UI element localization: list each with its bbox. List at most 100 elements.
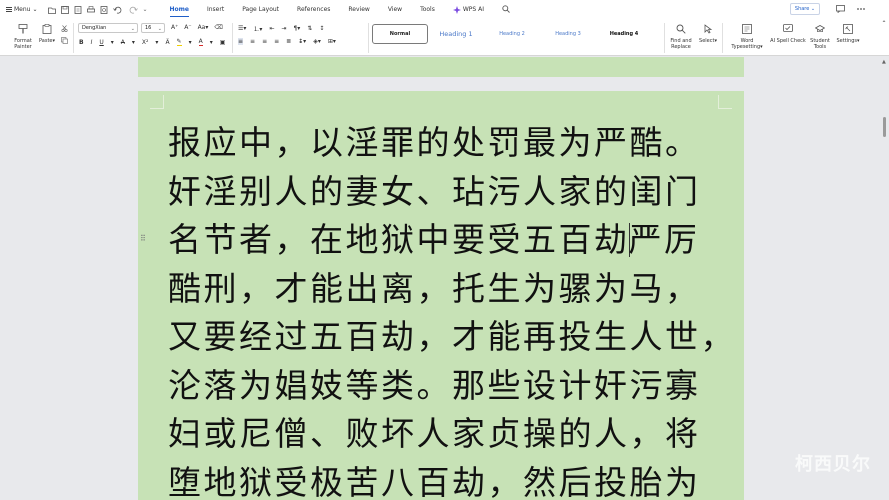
menu-button[interactable]: Menu ⌄ <box>6 6 38 13</box>
student-tools-button[interactable]: Student Tools <box>808 21 832 50</box>
clear-format-icon[interactable]: ⌫ <box>214 24 222 31</box>
chevron-down-icon: ▾ <box>52 38 55 44</box>
paste-button[interactable]: Paste▾ <box>36 21 58 44</box>
numbered-list-icon[interactable]: ⒈▾ <box>253 24 262 33</box>
share-button[interactable]: Share ⌄ <box>790 3 820 15</box>
style-normal[interactable]: Normal <box>372 24 428 44</box>
increase-indent-icon[interactable]: ⇥ <box>281 25 286 32</box>
shrink-font-icon[interactable]: A⁻ <box>184 24 191 31</box>
text-line-8: 堕地狱受极苦八百劫，然后投胎为 <box>168 462 701 500</box>
chevron-down-icon: ▾ <box>209 38 213 46</box>
export-pdf-icon[interactable] <box>74 5 82 14</box>
tab-review[interactable]: Review <box>339 0 378 19</box>
char-shading-icon[interactable]: ▣ <box>220 39 226 46</box>
text-line-5: 又要经过五百劫，才能再投生人世， <box>168 317 736 356</box>
divider <box>232 23 233 53</box>
highlight-icon[interactable]: ✎ <box>176 38 182 46</box>
folder-icon[interactable] <box>47 6 56 14</box>
ai-spell-check-button[interactable]: AI Spell Check <box>768 21 808 44</box>
italic-icon[interactable]: I <box>91 39 93 46</box>
font-size-select[interactable]: 16 ⌄ <box>141 23 165 33</box>
vertical-scrollbar[interactable]: ▲ <box>881 57 889 500</box>
redo-icon[interactable] <box>128 6 138 14</box>
paragraph-tools-bottom: ≡ ≡ ≡ ≡ ≣ ↨▾ ◈▾ ⊞▾ <box>238 38 336 45</box>
justify-icon[interactable]: ≡ <box>274 38 279 45</box>
line-height-icon[interactable]: ↨▾ <box>298 38 306 45</box>
document-body-text[interactable]: 报应中，以淫罪的处罚最为严酷。 奸淫别人的妻女、玷污人家的闺门 名节者，在地狱中… <box>168 119 736 500</box>
tab-references[interactable]: References <box>288 0 339 19</box>
align-center-icon[interactable]: ≡ <box>250 38 255 45</box>
collapse-ribbon-button[interactable]: ⌃ <box>880 21 888 27</box>
tab-wps-ai[interactable]: WPS AI <box>444 0 493 19</box>
save-icon[interactable] <box>60 5 69 14</box>
align-right-icon[interactable]: ≡ <box>262 38 267 45</box>
menu-label: Menu <box>14 6 31 13</box>
decrease-indent-icon[interactable]: ⇤ <box>269 25 274 32</box>
tab-insert[interactable]: Insert <box>198 0 233 19</box>
scroll-up-icon[interactable]: ▲ <box>882 59 886 65</box>
typesetting-icon <box>742 24 752 34</box>
paragraph-drag-handle-icon[interactable]: ⠿ <box>140 234 146 243</box>
sort-icon[interactable]: ⇅ <box>307 25 312 32</box>
customize-toolbar-icon[interactable]: ⌄ <box>143 6 151 14</box>
undo-icon[interactable] <box>112 6 123 14</box>
print-preview-icon[interactable] <box>100 5 108 14</box>
font-color-icon[interactable]: A <box>198 38 203 46</box>
style-heading-2[interactable]: Heading 2 <box>484 24 540 44</box>
grow-font-icon[interactable]: A⁺ <box>171 24 178 31</box>
ai-spell-check-label: AI Spell Check <box>770 38 806 44</box>
strikethrough-icon[interactable]: A <box>121 39 125 46</box>
document-canvas[interactable]: 报应中，以淫罪的处罚最为严酷。 奸淫别人的妻女、玷污人家的闺门 名节者，在地狱中… <box>0 57 889 500</box>
divider <box>664 23 665 53</box>
pinyin-icon[interactable]: Ä <box>165 39 169 46</box>
current-page[interactable]: 报应中，以淫罪的处罚最为严酷。 奸淫别人的妻女、玷污人家的闺门 名节者，在地狱中… <box>138 91 744 500</box>
bullet-list-icon[interactable]: ☰▾ <box>238 25 246 32</box>
format-painter-button[interactable]: Format Painter <box>8 21 38 50</box>
divider <box>73 23 74 53</box>
change-case-icon[interactable]: Aa▾ <box>198 24 209 31</box>
chevron-down-icon: ⌄ <box>157 26 162 32</box>
tab-tools[interactable]: Tools <box>411 0 444 19</box>
tab-home[interactable]: Home <box>161 0 198 19</box>
chevron-down-icon: ▾ <box>857 38 860 44</box>
shading-icon[interactable]: ◈▾ <box>313 38 321 45</box>
font-name-select[interactable]: DengXian ⌄ <box>78 23 138 33</box>
paste-label: Paste <box>38 38 53 44</box>
comment-icon[interactable] <box>836 5 846 13</box>
settings-button[interactable]: Settings▾ <box>834 21 862 44</box>
borders-icon[interactable]: ⊞▾ <box>328 38 336 45</box>
previous-page[interactable] <box>138 57 744 77</box>
settings-label: Settings <box>836 38 857 44</box>
align-left-icon[interactable]: ≡ <box>238 38 244 45</box>
ribbon-toolbar: Format Painter Paste▾ DengXian ⌄ 16 ⌄ A⁺… <box>0 19 889 56</box>
chevron-down-icon: ▾ <box>131 38 135 46</box>
underline-icon[interactable]: U <box>99 39 103 46</box>
cut-icon[interactable] <box>61 25 68 32</box>
superscript-icon[interactable]: X² <box>142 39 149 46</box>
select-button[interactable]: Select▾ <box>697 21 719 44</box>
word-typesetting-button[interactable]: Word Typesetting▾ <box>728 21 766 50</box>
chevron-up-icon: ⌃ <box>881 20 887 27</box>
copy-icon[interactable] <box>61 37 68 44</box>
margin-corner-mark <box>718 95 732 109</box>
style-heading-1[interactable]: Heading 1 <box>428 24 484 44</box>
paragraph-tools-top: ☰▾ ⒈▾ ⇤ ⇥ ¶▾ ⇅ ↕ <box>238 24 324 33</box>
find-replace-button[interactable]: Find and Replace <box>667 21 695 50</box>
divider <box>722 23 723 53</box>
text-line-3-after-caret: 严厉 <box>628 220 700 259</box>
clipboard-mini <box>61 25 68 44</box>
text-line-3-before-caret: 名节者，在地狱中要受五百劫 <box>168 220 630 259</box>
find-replace-label-2: Replace <box>671 44 691 50</box>
print-icon[interactable] <box>86 5 95 14</box>
more-options-icon[interactable] <box>856 5 866 13</box>
tab-view[interactable]: View <box>379 0 411 19</box>
style-heading-4[interactable]: Heading 4 <box>596 24 652 44</box>
bold-icon[interactable]: B <box>79 39 84 46</box>
distributed-icon[interactable]: ≣ <box>286 38 291 45</box>
paragraph-mark-icon[interactable]: ¶▾ <box>293 25 300 32</box>
tab-page-layout[interactable]: Page Layout <box>233 0 288 19</box>
scrollbar-thumb[interactable] <box>883 117 886 137</box>
line-spacing-icon[interactable]: ↕ <box>319 25 324 32</box>
style-heading-3[interactable]: Heading 3 <box>540 24 596 44</box>
search-button[interactable] <box>493 0 519 19</box>
